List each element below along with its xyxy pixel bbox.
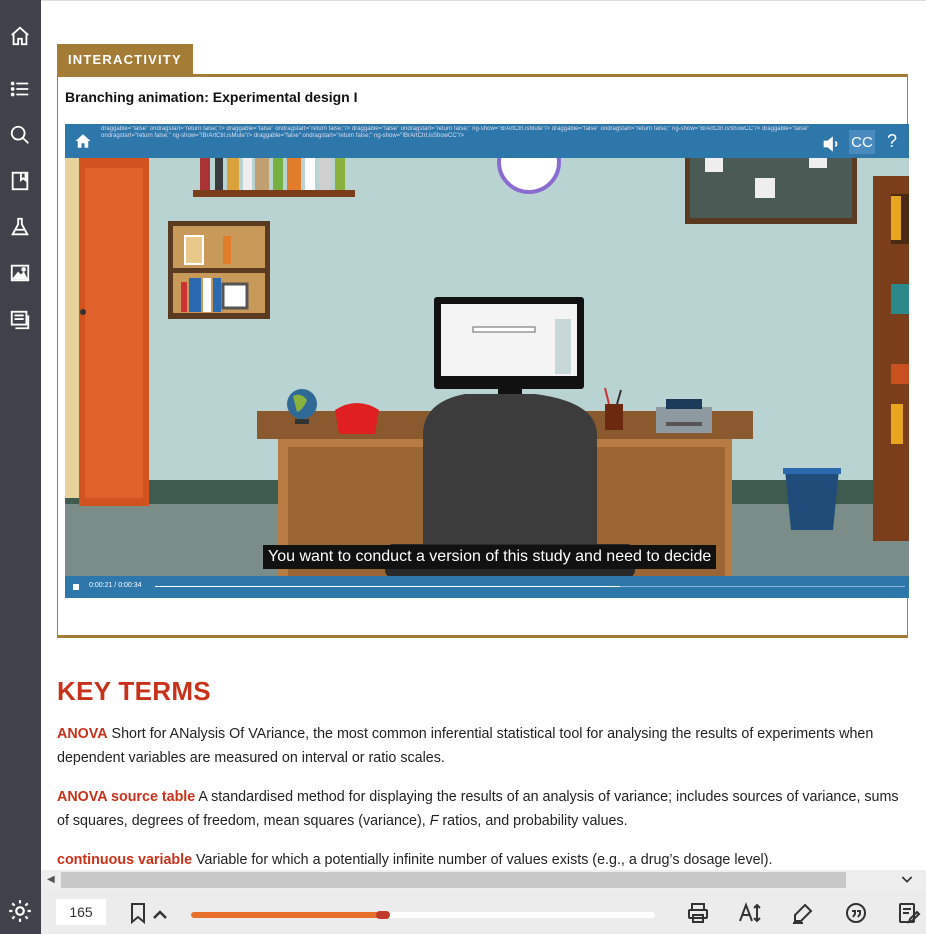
key-terms-heading: KEY TERMS xyxy=(57,676,211,706)
contents-list-icon[interactable] xyxy=(6,75,34,103)
term-name: ANOVA xyxy=(57,726,108,742)
left-sidebar xyxy=(0,0,41,934)
term-definition: Short for ANalysis Of VAriance, the most… xyxy=(57,726,874,766)
reading-progress-fill xyxy=(191,912,386,918)
key-term-continuous-variable: continuous variable Variable for which a… xyxy=(57,848,902,872)
video-seek-bar[interactable] xyxy=(155,586,905,587)
term-name: ANOVA source table xyxy=(57,789,196,805)
bookmark-icon[interactable] xyxy=(126,901,150,925)
section-tag: INTERACTIVITY xyxy=(57,44,193,75)
search-icon[interactable] xyxy=(6,121,34,149)
term-name: continuous variable xyxy=(57,852,193,868)
horizontal-scrollbar[interactable]: ◀ xyxy=(41,870,926,890)
text-size-icon[interactable] xyxy=(738,901,762,925)
quote-icon[interactable] xyxy=(844,901,868,925)
reading-progress-knob[interactable] xyxy=(375,911,390,919)
video-top-bar: draggable="false" ondragstart="return fa… xyxy=(65,124,909,158)
chevron-down-icon[interactable] xyxy=(899,871,915,890)
term-definition: Variable for which a potentially infinit… xyxy=(192,852,773,868)
image-gallery-icon[interactable] xyxy=(6,259,34,287)
video-garbled-markup-text: draggable="false" ondragstart="return fa… xyxy=(101,126,810,139)
reader-content: INTERACTIVITY Branching animation: Exper… xyxy=(41,0,926,890)
term-definition-end: ratios, and probability values. xyxy=(438,813,628,829)
notes-icon[interactable] xyxy=(6,306,34,334)
gear-icon[interactable] xyxy=(7,898,33,924)
volume-icon[interactable] xyxy=(821,134,843,154)
reading-progress-bar[interactable] xyxy=(191,911,655,919)
home-icon[interactable] xyxy=(6,22,34,50)
office-scene-illustration xyxy=(65,124,909,598)
bottom-toolbar: 165 xyxy=(41,890,926,934)
interactivity-box: Branching animation: Experimental design… xyxy=(57,77,909,638)
video-home-icon[interactable] xyxy=(74,132,92,150)
stop-icon[interactable] xyxy=(73,584,79,590)
chevron-up-icon[interactable] xyxy=(148,903,167,921)
video-time: 0:00:21 / 0:00:34 xyxy=(89,582,142,589)
flask-icon[interactable] xyxy=(6,213,34,241)
video-seek-fill xyxy=(155,586,620,587)
closed-captions-button[interactable]: CC xyxy=(849,130,875,154)
highlighter-icon[interactable] xyxy=(791,901,815,925)
print-icon[interactable] xyxy=(686,901,710,925)
video-player[interactable]: draggable="false" ondragstart="return fa… xyxy=(65,124,909,598)
key-term-anova: ANOVA Short for ANalysis Of VAriance, th… xyxy=(57,722,902,770)
page-number-input[interactable]: 165 xyxy=(56,899,106,925)
scroll-left-icon[interactable]: ◀ xyxy=(47,874,55,885)
help-button[interactable]: ? xyxy=(879,128,905,154)
video-caption: You want to conduct a version of this st… xyxy=(263,545,717,569)
notes-edit-icon[interactable] xyxy=(897,901,921,925)
scrollbar-thumb[interactable] xyxy=(61,872,846,888)
video-control-bar: 0:00:21 / 0:00:34 xyxy=(65,576,909,598)
key-term-anova-source-table: ANOVA source table A standardised method… xyxy=(57,785,902,833)
interactive-title: Branching animation: Experimental design… xyxy=(65,89,358,105)
bookmark-page-icon[interactable] xyxy=(6,167,34,195)
